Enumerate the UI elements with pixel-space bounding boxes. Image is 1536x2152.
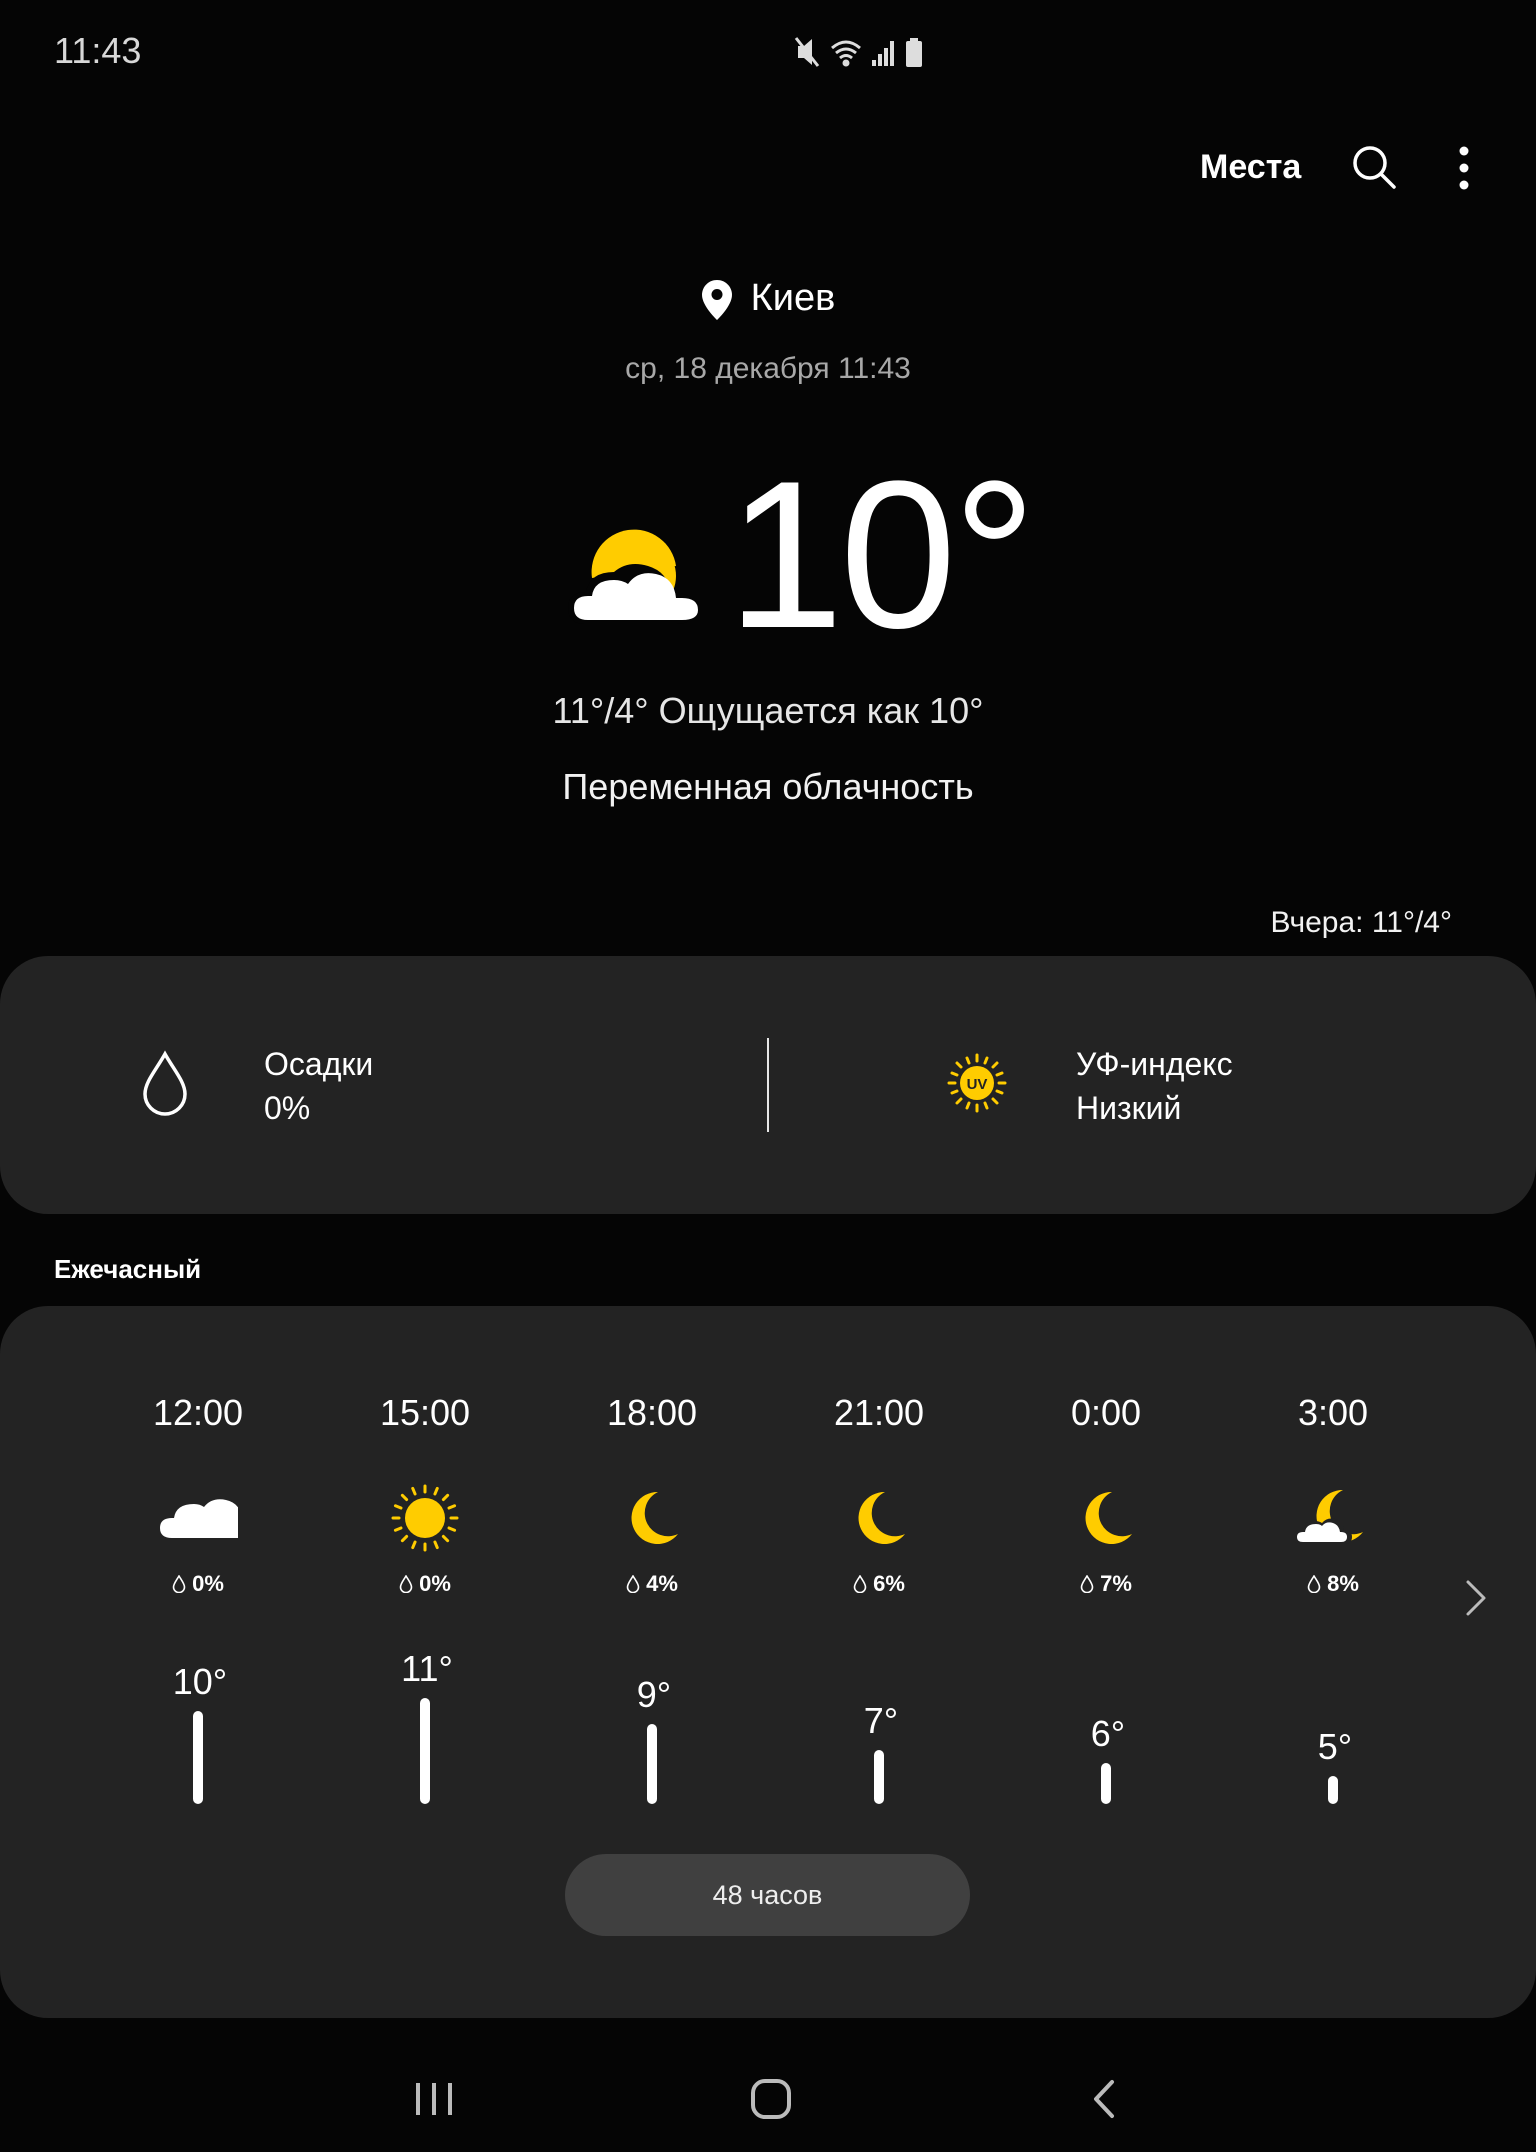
more-vert-icon[interactable] [1450,143,1478,193]
back-icon[interactable] [1090,2078,1118,2120]
hour-pop-value: 0% [192,1571,224,1596]
precipitation-value: 0% [264,1090,311,1126]
temp-range-feels-like: 11°/4° Ощущается как 10° [552,690,984,731]
hour-pop-value: 7% [1100,1571,1132,1596]
details-divider [767,1038,769,1132]
hour-temperature: 9° [636,1674,672,1715]
hour-temperature: 5° [1317,1726,1353,1767]
hour-precipitation: 0% [113,1571,283,1597]
temperature-bar [420,1698,430,1804]
hour-precipitation: 0% [340,1571,510,1597]
hour-precipitation: 8% [1248,1571,1418,1597]
raindrop-icon [1080,1574,1094,1594]
raindrop-icon [172,1574,186,1594]
uv-index-icon: UV [947,1053,1007,1113]
hour-temperature: 7° [863,1700,899,1741]
raindrop-icon [143,1050,187,1116]
mute-icon [794,37,820,67]
sun-icon [391,1484,459,1552]
chevron-right-icon[interactable] [1460,1578,1490,1618]
battery-icon [906,38,922,67]
moon-cloud-icon [1293,1489,1363,1544]
status-time: 11:43 [54,30,142,71]
hourly-title: Ежечасный [54,1254,202,1284]
yesterday-temps: Вчера: 11°/4° [1270,906,1452,939]
city-name: Киев [750,277,836,319]
hour-time: 21:00 [833,1392,925,1433]
current-temperature: 10° [727,437,1037,672]
hour-temperature: 11° [401,1648,453,1689]
search-icon[interactable] [1350,143,1398,191]
hour-pop-value: 6% [873,1571,905,1596]
moon-icon [631,1491,678,1544]
location: Киев [0,277,1536,321]
wifi-icon [831,40,861,67]
recent-apps-icon[interactable] [412,2080,458,2118]
temperature-bar [647,1724,657,1804]
hour-time: 15:00 [379,1392,471,1433]
status-icons [794,37,922,67]
partly-cloudy-icon [568,529,698,624]
hour-pop-value: 0% [419,1571,451,1596]
hour-precipitation: 7% [1021,1571,1191,1597]
precipitation-label: Осадки [264,1046,374,1082]
date-time: ср, 18 декабря 11:43 [625,352,911,385]
places-button[interactable]: Места [1200,148,1301,187]
hour-time: 12:00 [152,1392,244,1433]
hour-time: 0:00 [1070,1392,1142,1433]
temperature-bar [1101,1763,1111,1804]
hour-temperature: 10° [172,1661,228,1702]
moon-icon [1085,1491,1132,1544]
uv-index-label: УФ-индекс [1076,1046,1233,1082]
svg-text:UV: UV [967,1076,988,1093]
home-icon[interactable] [749,2077,793,2121]
hour-time: 3:00 [1297,1392,1369,1433]
hour-pop-value: 8% [1327,1571,1359,1596]
hour-temperature: 6° [1090,1713,1126,1754]
raindrop-icon [853,1574,867,1594]
moon-icon [858,1491,905,1544]
cloud-icon [160,1499,238,1538]
raindrop-icon [626,1574,640,1594]
weather-condition: Переменная облачность [562,766,974,807]
temperature-bar [874,1750,884,1804]
hour-time: 18:00 [606,1392,698,1433]
uv-index-value: Низкий [1076,1090,1182,1126]
raindrop-icon [1307,1574,1321,1594]
48-hours-button[interactable]: 48 часов [565,1854,970,1936]
hour-precipitation: 6% [794,1571,964,1597]
temperature-bar [1328,1776,1338,1804]
hour-pop-value: 4% [646,1571,678,1596]
location-pin-icon [701,279,732,320]
raindrop-icon [399,1574,413,1594]
hour-precipitation: 4% [567,1571,737,1597]
temperature-bar [193,1711,203,1804]
signal-icon [872,41,894,66]
